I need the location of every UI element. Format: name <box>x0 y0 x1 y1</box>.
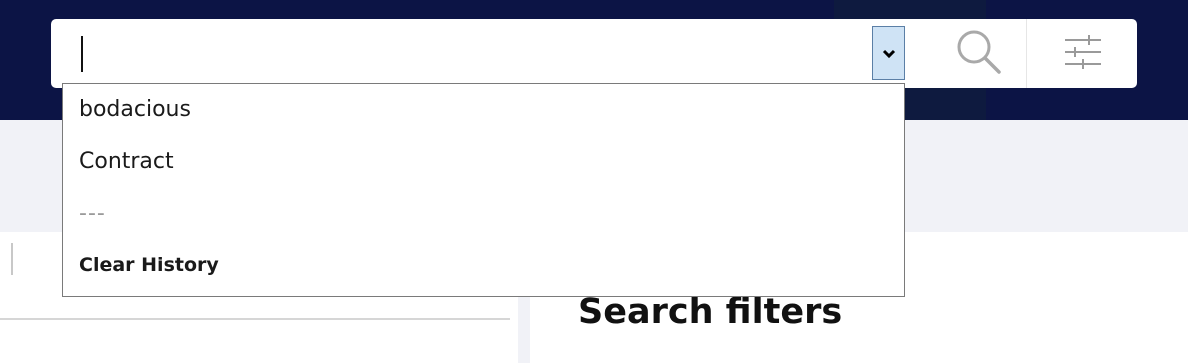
search-input[interactable] <box>77 29 861 77</box>
history-separator: --- <box>79 201 106 226</box>
clear-history-button[interactable]: Clear History <box>79 254 219 276</box>
sliders-icon <box>1063 34 1103 74</box>
search-bar <box>51 19 1137 88</box>
search-button[interactable] <box>931 19 1027 88</box>
left-panel-divider <box>0 318 510 320</box>
history-item[interactable]: Contract <box>79 149 174 174</box>
magnifier-icon <box>953 26 1005 82</box>
app-root: bodacious Contract --- Clear History Sea… <box>0 0 1188 363</box>
search-filters-title: Search filters <box>578 292 843 332</box>
history-item[interactable]: bodacious <box>79 97 191 122</box>
history-dropdown-button[interactable] <box>872 26 905 80</box>
search-history-dropdown: bodacious Contract --- Clear History <box>62 83 905 297</box>
left-panel-marker <box>11 243 13 275</box>
chevron-down-icon <box>882 44 896 63</box>
text-caret <box>81 36 83 72</box>
toolbar-divider <box>1026 19 1027 88</box>
filter-settings-button[interactable] <box>1028 19 1137 88</box>
